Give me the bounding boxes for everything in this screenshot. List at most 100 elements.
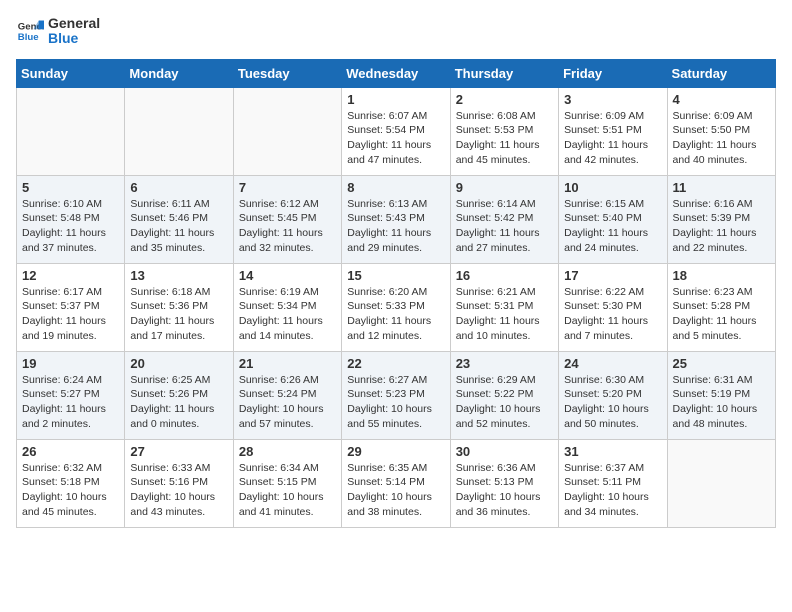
calendar-day-cell: 25 Sunrise: 6:31 AM Sunset: 5:19 PM Dayli… [667,351,775,439]
day-number: 14 [239,268,336,283]
day-info: Sunrise: 6:31 AM Sunset: 5:19 PM Dayligh… [673,373,770,432]
day-info: Sunrise: 6:21 AM Sunset: 5:31 PM Dayligh… [456,285,553,344]
day-info: Sunrise: 6:17 AM Sunset: 5:37 PM Dayligh… [22,285,119,344]
calendar-day-cell: 30 Sunrise: 6:36 AM Sunset: 5:13 PM Dayli… [450,439,558,527]
calendar-day-cell: 6Sunrise: 6:11 AM Sunset: 5:46 PM Daylig… [125,175,233,263]
calendar-day-cell [667,439,775,527]
day-of-week-header: Friday [559,59,667,87]
day-number: 25 [673,356,770,371]
day-info: Sunrise: 6:11 AM Sunset: 5:46 PM Dayligh… [130,197,227,256]
day-info: Sunrise: 6:25 AM Sunset: 5:26 PM Dayligh… [130,373,227,432]
calendar-day-cell: 10Sunrise: 6:15 AM Sunset: 5:40 PM Dayli… [559,175,667,263]
day-info: Sunrise: 6:27 AM Sunset: 5:23 PM Dayligh… [347,373,444,432]
day-info: Sunrise: 6:16 AM Sunset: 5:39 PM Dayligh… [673,197,770,256]
day-number: 5 [22,180,119,195]
day-of-week-header: Monday [125,59,233,87]
day-info: Sunrise: 6:08 AM Sunset: 5:53 PM Dayligh… [456,109,553,168]
day-number: 7 [239,180,336,195]
day-number: 24 [564,356,661,371]
day-number: 22 [347,356,444,371]
day-info: Sunrise: 6:34 AM Sunset: 5:15 PM Dayligh… [239,461,336,520]
day-info: Sunrise: 6:36 AM Sunset: 5:13 PM Dayligh… [456,461,553,520]
calendar-day-cell: 16 Sunrise: 6:21 AM Sunset: 5:31 PM Dayli… [450,263,558,351]
calendar-day-cell: 31 Sunrise: 6:37 AM Sunset: 5:11 PM Dayli… [559,439,667,527]
calendar-week-row: 12 Sunrise: 6:17 AM Sunset: 5:37 PM Dayli… [17,263,776,351]
day-number: 27 [130,444,227,459]
calendar-day-cell: 5 Sunrise: 6:10 AM Sunset: 5:48 PM Daylig… [17,175,125,263]
day-info: Sunrise: 6:18 AM Sunset: 5:36 PM Dayligh… [130,285,227,344]
svg-text:Blue: Blue [18,32,39,43]
calendar-day-cell: 23 Sunrise: 6:29 AM Sunset: 5:22 PM Dayli… [450,351,558,439]
calendar-day-cell: 19 Sunrise: 6:24 AM Sunset: 5:27 PM Dayli… [17,351,125,439]
calendar-day-cell: 27Sunrise: 6:33 AM Sunset: 5:16 PM Dayli… [125,439,233,527]
day-info: Sunrise: 6:24 AM Sunset: 5:27 PM Dayligh… [22,373,119,432]
day-info: Sunrise: 6:12 AM Sunset: 5:45 PM Dayligh… [239,197,336,256]
calendar-day-cell: 15 Sunrise: 6:20 AM Sunset: 5:33 PM Dayli… [342,263,450,351]
day-of-week-header: Saturday [667,59,775,87]
day-number: 18 [673,268,770,283]
calendar-day-cell: 29Sunrise: 6:35 AM Sunset: 5:14 PM Dayli… [342,439,450,527]
calendar-week-row: 19 Sunrise: 6:24 AM Sunset: 5:27 PM Dayli… [17,351,776,439]
logo-general: General [48,16,100,31]
calendar-day-cell: 11Sunrise: 6:16 AM Sunset: 5:39 PM Dayli… [667,175,775,263]
day-number: 19 [22,356,119,371]
day-info: Sunrise: 6:09 AM Sunset: 5:50 PM Dayligh… [673,109,770,168]
calendar-day-cell: 24 Sunrise: 6:30 AM Sunset: 5:20 PM Dayli… [559,351,667,439]
day-info: Sunrise: 6:20 AM Sunset: 5:33 PM Dayligh… [347,285,444,344]
day-info: Sunrise: 6:22 AM Sunset: 5:30 PM Dayligh… [564,285,661,344]
day-of-week-header: Sunday [17,59,125,87]
day-info: Sunrise: 6:13 AM Sunset: 5:43 PM Dayligh… [347,197,444,256]
calendar-header-row: SundayMondayTuesdayWednesdayThursdayFrid… [17,59,776,87]
calendar-week-row: 5 Sunrise: 6:10 AM Sunset: 5:48 PM Daylig… [17,175,776,263]
day-info: Sunrise: 6:30 AM Sunset: 5:20 PM Dayligh… [564,373,661,432]
day-of-week-header: Thursday [450,59,558,87]
calendar-day-cell: 8 Sunrise: 6:13 AM Sunset: 5:43 PM Daylig… [342,175,450,263]
page-header: General Blue General Blue [16,16,776,47]
day-info: Sunrise: 6:29 AM Sunset: 5:22 PM Dayligh… [456,373,553,432]
calendar-day-cell: 2 Sunrise: 6:08 AM Sunset: 5:53 PM Daylig… [450,87,558,175]
day-number: 23 [456,356,553,371]
calendar-day-cell: 13 Sunrise: 6:18 AM Sunset: 5:36 PM Dayli… [125,263,233,351]
day-number: 29 [347,444,444,459]
day-info: Sunrise: 6:26 AM Sunset: 5:24 PM Dayligh… [239,373,336,432]
day-info: Sunrise: 6:37 AM Sunset: 5:11 PM Dayligh… [564,461,661,520]
calendar-day-cell: 1 Sunrise: 6:07 AM Sunset: 5:54 PM Daylig… [342,87,450,175]
day-number: 8 [347,180,444,195]
calendar-day-cell: 7 Sunrise: 6:12 AM Sunset: 5:45 PM Daylig… [233,175,341,263]
day-number: 13 [130,268,227,283]
day-number: 30 [456,444,553,459]
day-number: 2 [456,92,553,107]
calendar-day-cell: 28 Sunrise: 6:34 AM Sunset: 5:15 PM Dayli… [233,439,341,527]
calendar-day-cell: 4Sunrise: 6:09 AM Sunset: 5:50 PM Daylig… [667,87,775,175]
day-number: 9 [456,180,553,195]
day-number: 10 [564,180,661,195]
calendar-day-cell: 21 Sunrise: 6:26 AM Sunset: 5:24 PM Dayli… [233,351,341,439]
day-number: 17 [564,268,661,283]
calendar-day-cell: 17 Sunrise: 6:22 AM Sunset: 5:30 PM Dayli… [559,263,667,351]
calendar-day-cell: 20 Sunrise: 6:25 AM Sunset: 5:26 PM Dayli… [125,351,233,439]
day-number: 1 [347,92,444,107]
day-number: 15 [347,268,444,283]
calendar-day-cell: 12 Sunrise: 6:17 AM Sunset: 5:37 PM Dayli… [17,263,125,351]
day-info: Sunrise: 6:10 AM Sunset: 5:48 PM Dayligh… [22,197,119,256]
logo: General Blue General Blue [16,16,100,47]
day-number: 21 [239,356,336,371]
day-of-week-header: Wednesday [342,59,450,87]
day-info: Sunrise: 6:07 AM Sunset: 5:54 PM Dayligh… [347,109,444,168]
day-of-week-header: Tuesday [233,59,341,87]
calendar-day-cell [17,87,125,175]
day-info: Sunrise: 6:14 AM Sunset: 5:42 PM Dayligh… [456,197,553,256]
day-number: 31 [564,444,661,459]
day-number: 16 [456,268,553,283]
day-number: 28 [239,444,336,459]
calendar-day-cell: 9 Sunrise: 6:14 AM Sunset: 5:42 PM Daylig… [450,175,558,263]
day-number: 20 [130,356,227,371]
calendar-day-cell: 26Sunrise: 6:32 AM Sunset: 5:18 PM Dayli… [17,439,125,527]
day-number: 12 [22,268,119,283]
calendar-day-cell: 18 Sunrise: 6:23 AM Sunset: 5:28 PM Dayli… [667,263,775,351]
calendar-week-row: 26Sunrise: 6:32 AM Sunset: 5:18 PM Dayli… [17,439,776,527]
day-info: Sunrise: 6:23 AM Sunset: 5:28 PM Dayligh… [673,285,770,344]
day-info: Sunrise: 6:32 AM Sunset: 5:18 PM Dayligh… [22,461,119,520]
calendar-day-cell: 3Sunrise: 6:09 AM Sunset: 5:51 PM Daylig… [559,87,667,175]
day-info: Sunrise: 6:19 AM Sunset: 5:34 PM Dayligh… [239,285,336,344]
